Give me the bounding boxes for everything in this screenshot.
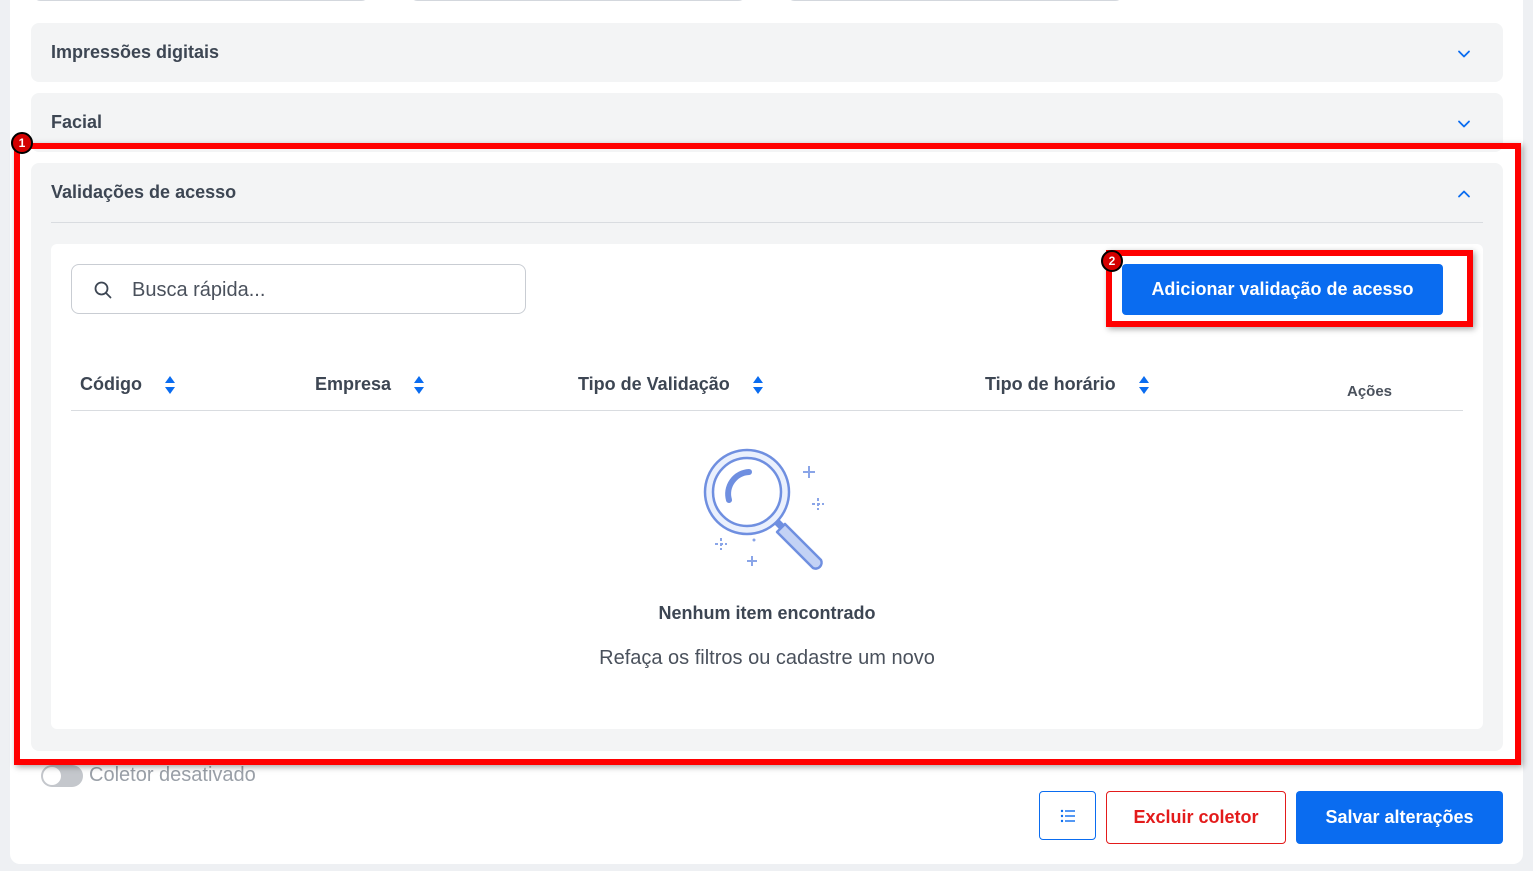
search-icon bbox=[94, 281, 112, 299]
empty-state-title: Nenhum item encontrado bbox=[658, 603, 876, 623]
annotation-badge-2: 2 bbox=[1101, 250, 1123, 272]
chevron-down-icon bbox=[1458, 120, 1470, 128]
top-field-1[interactable] bbox=[33, 0, 369, 1]
toggle-switch[interactable] bbox=[41, 764, 83, 787]
empty-state-subtitle: Refaça os filtros ou cadastre um novo bbox=[599, 647, 935, 669]
add-access-validation-button[interactable]: Adicionar validação de acesso bbox=[1122, 264, 1443, 315]
toggle-label: Coletor desativado bbox=[89, 764, 256, 786]
delete-collector-button[interactable]: Excluir coletor bbox=[1106, 791, 1286, 844]
list-icon bbox=[1060, 809, 1075, 822]
sort-icon[interactable] bbox=[1138, 375, 1150, 395]
accordion-title: Validações de acesso bbox=[51, 182, 237, 202]
accordion-facial[interactable]: Facial bbox=[31, 93, 1503, 152]
toggle-knob bbox=[43, 766, 61, 785]
search-box[interactable] bbox=[71, 264, 526, 314]
top-field-3[interactable] bbox=[787, 0, 1123, 1]
chevron-down-icon bbox=[1458, 50, 1470, 58]
column-header-company[interactable]: Empresa bbox=[315, 374, 425, 395]
accordion-fingerprints[interactable]: Impressões digitais bbox=[31, 23, 1503, 82]
annotation-badge-1: 1 bbox=[11, 132, 33, 154]
column-header-actions: Ações bbox=[1347, 383, 1393, 400]
divider bbox=[51, 222, 1483, 223]
sort-icon[interactable] bbox=[164, 375, 176, 395]
sort-icon[interactable] bbox=[752, 375, 764, 395]
column-header-code[interactable]: Código bbox=[80, 374, 176, 395]
sort-icon[interactable] bbox=[413, 375, 425, 395]
accordion-title: Facial bbox=[51, 112, 103, 132]
chevron-up-icon[interactable] bbox=[1457, 187, 1471, 201]
column-header-schedule-type[interactable]: Tipo de horário bbox=[985, 374, 1150, 395]
column-header-validation-type[interactable]: Tipo de Validação bbox=[578, 374, 764, 395]
magnifier-empty-icon bbox=[703, 448, 824, 570]
accordion-title: Impressões digitais bbox=[51, 42, 220, 62]
search-input[interactable] bbox=[132, 277, 512, 303]
save-changes-button[interactable]: Salvar alterações bbox=[1296, 791, 1503, 844]
collector-toggle[interactable]: Coletor desativado bbox=[41, 764, 256, 787]
list-button[interactable] bbox=[1039, 791, 1096, 840]
top-field-2[interactable] bbox=[410, 0, 746, 1]
table-header-divider bbox=[71, 410, 1463, 411]
access-validations-panel: Adicionar validação de acesso Código Emp… bbox=[51, 244, 1483, 729]
